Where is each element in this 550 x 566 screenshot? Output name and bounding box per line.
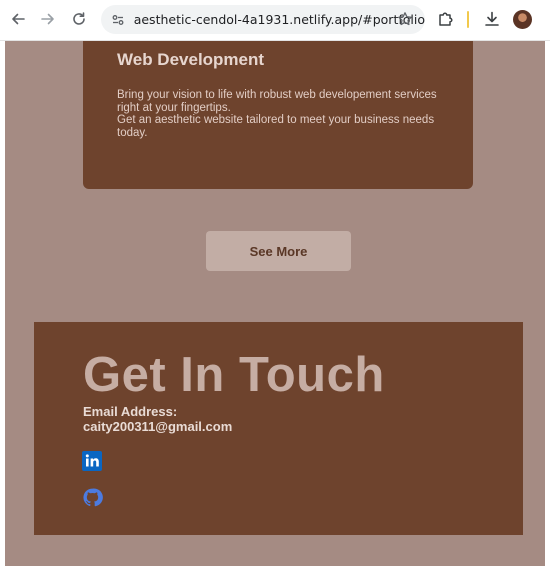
see-more-button[interactable]: See More	[206, 231, 351, 271]
service-description-line-1: Bring your vision to life with robust we…	[117, 89, 437, 114]
puzzle-icon[interactable]	[437, 10, 455, 28]
service-description: Bring your vision to life with robust we…	[117, 89, 453, 139]
toolbar-divider	[467, 11, 469, 28]
reload-icon[interactable]	[68, 8, 90, 30]
email-label: Email Address:	[83, 404, 178, 419]
browser-toolbar: aesthetic-cendol-4a1931.netlify.app/#por…	[0, 0, 550, 41]
forward-arrow-icon[interactable]	[37, 8, 59, 30]
contact-section: Get In Touch Email Address: caity200311@…	[34, 322, 523, 535]
page-viewport: Web Development Bring your vision to lif…	[5, 41, 545, 566]
service-description-line-2: Get an aesthetic website tailored to mee…	[117, 114, 435, 139]
site-info-icon[interactable]	[109, 10, 128, 30]
profile-avatar[interactable]	[513, 10, 532, 29]
url-text[interactable]: aesthetic-cendol-4a1931.netlify.app/#por…	[134, 12, 425, 27]
address-bar[interactable]: aesthetic-cendol-4a1931.netlify.app/#por…	[101, 5, 425, 34]
star-icon[interactable]	[397, 11, 413, 27]
back-arrow-icon[interactable]	[7, 8, 29, 30]
service-card: Web Development Bring your vision to lif…	[83, 41, 473, 189]
github-icon[interactable]	[82, 487, 103, 508]
contact-title: Get In Touch	[83, 348, 385, 402]
download-icon[interactable]	[483, 10, 501, 28]
service-title: Web Development	[117, 50, 265, 69]
linkedin-icon[interactable]	[82, 451, 102, 471]
email-address: caity200311@gmail.com	[83, 419, 233, 434]
